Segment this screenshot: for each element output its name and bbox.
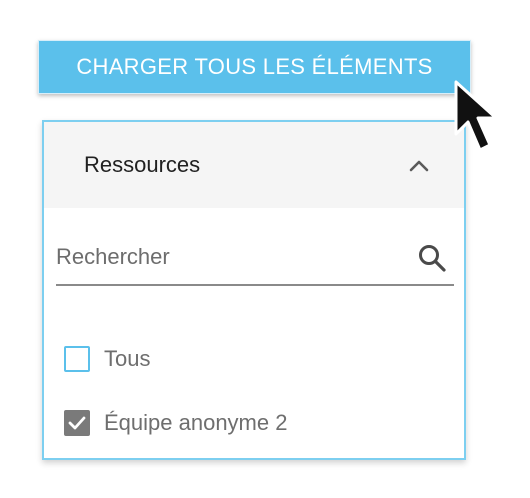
resources-filter-panel: Ressources Tous Équipe anonyme 2 bbox=[42, 120, 466, 460]
option-all[interactable]: Tous bbox=[64, 346, 150, 372]
option-anonymous-team-2[interactable]: Équipe anonyme 2 bbox=[64, 410, 287, 436]
chevron-up-icon[interactable] bbox=[408, 158, 430, 172]
checkbox-anonymous-team-2[interactable] bbox=[64, 410, 90, 436]
panel-title: Ressources bbox=[84, 152, 201, 177]
checkbox-all[interactable] bbox=[64, 346, 90, 372]
search-icon[interactable] bbox=[416, 242, 448, 274]
load-all-button[interactable]: CHARGER TOUS LES ÉLÉMENTS bbox=[38, 40, 471, 94]
panel-header[interactable]: Ressources bbox=[44, 122, 464, 208]
search-field bbox=[56, 230, 454, 286]
option-anonymous-team-2-label: Équipe anonyme 2 bbox=[104, 410, 288, 435]
mouse-cursor-icon bbox=[454, 80, 498, 152]
option-all-label: Tous bbox=[104, 346, 151, 371]
search-input[interactable] bbox=[56, 244, 396, 270]
checkmark-icon bbox=[68, 416, 86, 430]
page: CHARGER TOUS LES ÉLÉMENTS Ressources Tou… bbox=[0, 0, 530, 498]
